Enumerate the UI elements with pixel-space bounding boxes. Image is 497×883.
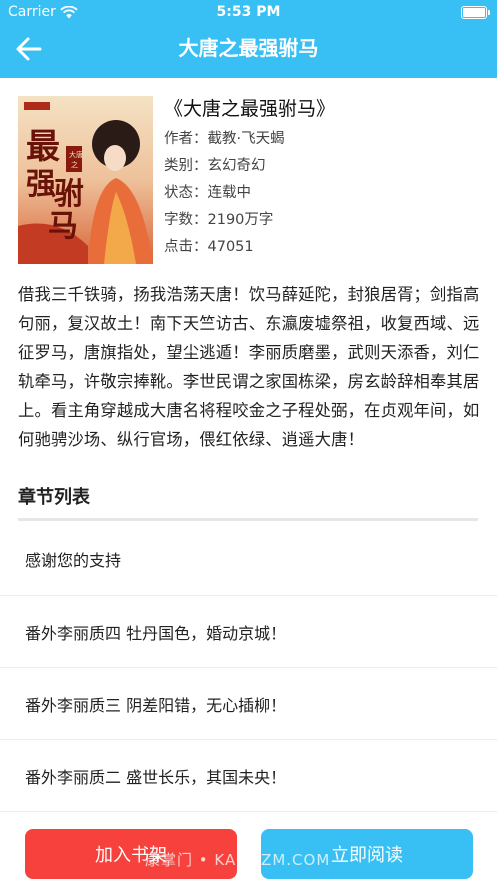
clicks-row: 点击：47051	[164, 234, 474, 261]
book-cover[interactable]: 最 强 驸 马 大唐 之	[18, 96, 153, 264]
svg-text:强: 强	[26, 167, 56, 202]
cover-title-text: 最	[26, 127, 60, 167]
chapter-item[interactable]: 感谢您的支持	[0, 523, 497, 596]
svg-text:大唐: 大唐	[69, 150, 83, 159]
section-divider	[18, 518, 478, 521]
svg-text:马: 马	[48, 209, 78, 244]
book-description: 借我三千铁骑，扬我浩荡天唐！饮马薛延陀，封狼居胥；剑指高句丽，复汉故土！南下天竺…	[18, 285, 480, 449]
clock: 5:53 PM	[216, 4, 281, 20]
status-value: 连载中	[207, 185, 252, 201]
chapter-item[interactable]: 番外李丽质四 牡丹国色，婚动京城！	[0, 596, 497, 668]
status-bar: Carrier 5:53 PM	[0, 0, 497, 26]
clicks-label: 点击：	[164, 239, 208, 255]
word-count-value: 2190万字	[207, 212, 274, 228]
word-count-label: 字数：	[164, 212, 208, 228]
page-title: 大唐之最强驸马	[178, 36, 319, 60]
author-value: 截教·飞天蝎	[207, 131, 285, 147]
book-info: 最 强 驸 马 大唐 之 《大唐之最强驸马》 作者：截教·飞天蝎 类别：玄幻奇幻…	[18, 96, 480, 264]
status-label: 状态：	[164, 185, 208, 201]
author-row: 作者：截教·飞天蝎	[164, 126, 474, 153]
clicks-value: 47051	[207, 239, 254, 255]
svg-text:之: 之	[71, 160, 78, 169]
svg-text:驸: 驸	[54, 177, 84, 212]
book-title: 《大唐之最强驸马》	[164, 98, 336, 120]
author-label: 作者：	[164, 131, 208, 147]
chapter-list: 感谢您的支持 番外李丽质四 牡丹国色，婚动京城！ 番外李丽质三 阴差阳错，无心插…	[0, 523, 497, 812]
status-row: 状态：连载中	[164, 180, 474, 207]
word-count-row: 字数：2190万字	[164, 207, 474, 234]
chapter-item[interactable]: 番外李丽质二 盛世长乐，其国未央！	[0, 740, 497, 812]
category-value: 玄幻奇幻	[207, 158, 266, 174]
battery-icon	[461, 6, 490, 19]
chapter-item[interactable]: 番外李丽质三 阴差阳错，无心插柳！	[0, 668, 497, 740]
watermark: 康掌门 • KANGZM.COM	[145, 851, 331, 869]
book-meta: 《大唐之最强驸马》 作者：截教·飞天蝎 类别：玄幻奇幻 状态：连载中 字数：21…	[164, 96, 474, 261]
header: Carrier 5:53 PM 大唐之最强驸马	[0, 0, 497, 78]
book-cover-image: 最 强 驸 马 大唐 之	[18, 96, 153, 264]
nav-bar: 大唐之最强驸马	[0, 26, 497, 70]
chapter-list-title: 章节列表	[18, 487, 90, 508]
category-label: 类别：	[164, 158, 208, 174]
category-row: 类别：玄幻奇幻	[164, 153, 474, 180]
